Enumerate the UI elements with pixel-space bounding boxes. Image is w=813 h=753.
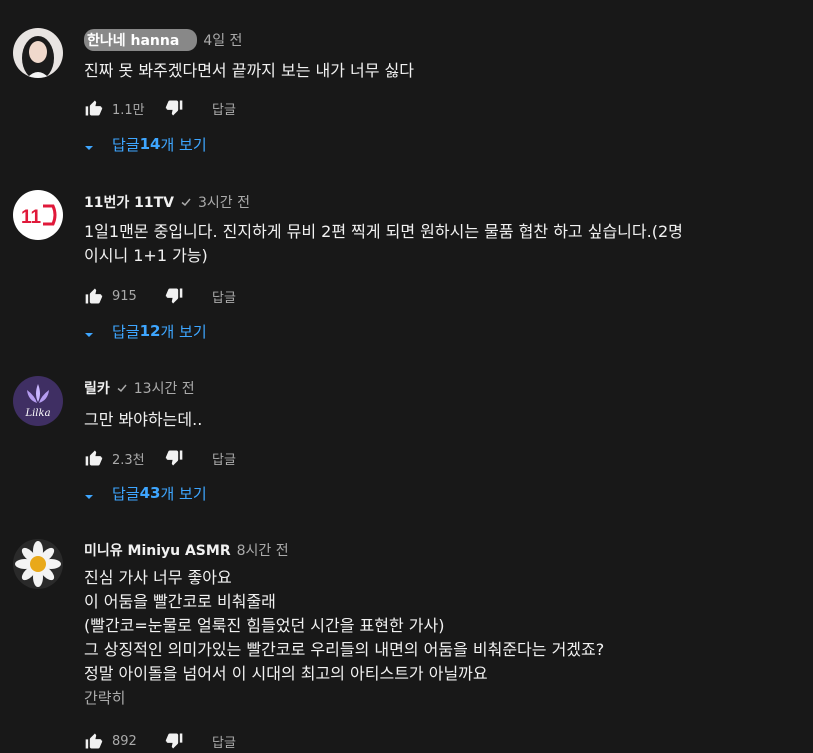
- reply-button[interactable]: 답글: [212, 732, 236, 751]
- like-count: 892: [112, 733, 137, 749]
- comment-line: 이 어둠을 빨간코로 비춰줄래: [84, 592, 276, 611]
- comment-text: 1일1맨몬 중입니다. 진지하게 뮤비 2편 찍게 되면 원하시는 물품 협찬 …: [84, 220, 784, 268]
- comment-header: 미니유 Miniyu ASMR 8시간 전: [84, 540, 289, 560]
- comment-text: 그만 봐야하는데..: [84, 408, 784, 432]
- replies-count: 12: [139, 322, 161, 340]
- thumbs-down-icon[interactable]: [164, 731, 184, 751]
- comment-line: 그만 봐야하는데..: [84, 410, 203, 429]
- comment-header: 11번가 11TV 3시간 전: [84, 192, 250, 212]
- avatar[interactable]: Lilka: [13, 376, 63, 426]
- comment-actions: 915 답글: [84, 284, 236, 308]
- comment-actions: 892 답글: [84, 729, 236, 753]
- comment-line: 이시니 1+1 가능): [84, 246, 208, 265]
- author-name[interactable]: 한나네 hanna: [84, 29, 198, 51]
- thumbs-down-icon[interactable]: [164, 98, 184, 118]
- thumbs-down-icon[interactable]: [164, 286, 184, 306]
- show-less-link[interactable]: 간략히: [84, 686, 784, 710]
- timestamp[interactable]: 4일 전: [203, 30, 242, 50]
- replies-suffix: 개 보기: [160, 322, 207, 341]
- like-count: 2.3천: [112, 452, 145, 468]
- thumbs-up-icon[interactable]: [84, 731, 104, 751]
- thumbs-up-icon[interactable]: [84, 448, 104, 468]
- comment-text: 진짜 못 봐주겠다면서 끝까지 보는 내가 너무 싫다: [84, 59, 784, 83]
- thumbs-up-icon[interactable]: [84, 286, 104, 306]
- comment-header: 한나네 hanna 4일 전: [84, 29, 242, 51]
- caret-down-icon: [84, 326, 94, 337]
- comment-line: 정말 아이돌을 넘어서 이 시대의 최고의 아티스트가 아닐까요: [84, 664, 488, 683]
- comment-line: 그 상징적인 의미가있는 빨간코로 우리들의 내면의 어둠을 비춰준다는 거겠죠…: [84, 640, 605, 659]
- replies-prefix: 답글: [112, 135, 140, 154]
- checkmark-icon: [116, 382, 128, 394]
- view-replies-button[interactable]: 답글 43 개 보기: [84, 481, 207, 505]
- view-replies-button[interactable]: 답글 14 개 보기: [84, 132, 207, 156]
- avatar[interactable]: [13, 539, 63, 589]
- avatar[interactable]: 11: [13, 190, 63, 240]
- thumbs-down-icon[interactable]: [164, 448, 184, 468]
- reply-button[interactable]: 답글: [212, 99, 236, 118]
- timestamp[interactable]: 13시간 전: [134, 378, 195, 398]
- replies-count: 14: [139, 135, 161, 153]
- thumbs-up-icon[interactable]: [84, 98, 104, 118]
- view-replies-button[interactable]: 답글 12 개 보기: [84, 319, 207, 343]
- author-name[interactable]: 11번가 11TV: [84, 192, 174, 212]
- comment-line: 1일1맨몬 중입니다. 진지하게 뮤비 2편 찍게 되면 원하시는 물품 협찬 …: [84, 222, 683, 241]
- comment-actions: 2.3천 답글: [84, 446, 236, 470]
- replies-prefix: 답글: [112, 322, 140, 341]
- comment-line: 진심 가사 너무 좋아요: [84, 568, 232, 587]
- checkmark-icon: [180, 196, 192, 208]
- author-name[interactable]: 미니유 Miniyu ASMR: [84, 540, 231, 560]
- caret-down-icon: [84, 139, 94, 150]
- author-name[interactable]: 릴카: [84, 378, 110, 398]
- avatar-lettering: Lilka: [24, 408, 50, 419]
- replies-suffix: 개 보기: [160, 135, 207, 154]
- caret-down-icon: [84, 488, 94, 499]
- comment-line: 진짜 못 봐주겠다면서 끝까지 보는 내가 너무 싫다: [84, 61, 415, 80]
- like-count: 1.1만: [112, 102, 145, 118]
- replies-prefix: 답글: [112, 484, 140, 503]
- comment-line: (빨간코=눈물로 얼룩진 힘들었던 시간을 표현한 가사): [84, 616, 445, 635]
- comment-text: 진심 가사 너무 좋아요 이 어둠을 빨간코로 비춰줄래 (빨간코=눈물로 얼룩…: [84, 566, 784, 710]
- replies-suffix: 개 보기: [160, 484, 207, 503]
- reply-button[interactable]: 답글: [212, 449, 236, 468]
- timestamp[interactable]: 3시간 전: [198, 192, 250, 212]
- comment-header: 릴카 13시간 전: [84, 378, 195, 398]
- like-count: 915: [112, 288, 137, 304]
- timestamp[interactable]: 8시간 전: [237, 540, 289, 560]
- replies-count: 43: [139, 484, 161, 502]
- reply-button[interactable]: 답글: [212, 287, 236, 306]
- svg-text:11: 11: [21, 207, 42, 228]
- comment-actions: 1.1만 답글: [84, 96, 236, 120]
- avatar[interactable]: [13, 28, 63, 78]
